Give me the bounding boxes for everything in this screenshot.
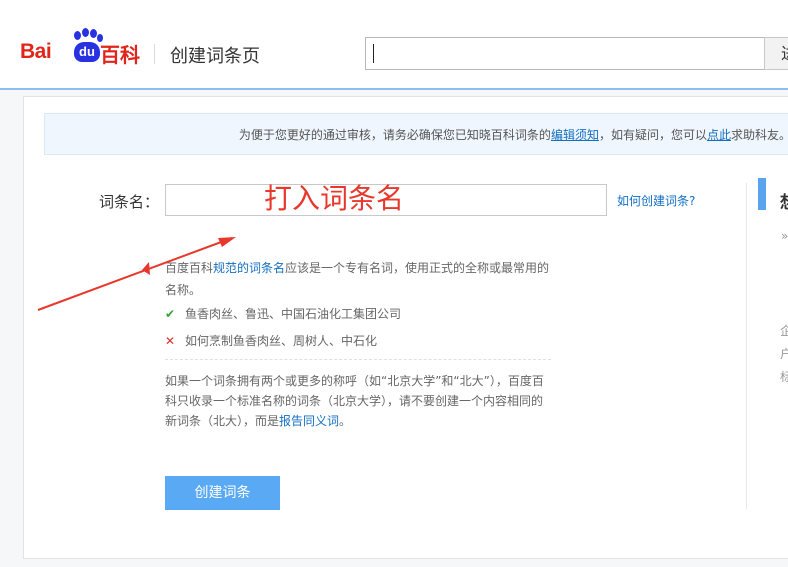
tip-line-1: 百度百科规范的词条名应该是一个专有名词，使用正式的全称或最常用的 xyxy=(165,257,555,279)
logo-text-baike: 百科 xyxy=(100,43,140,67)
side-panel-title: 想 xyxy=(780,188,788,213)
synonym-tip-line-3: 新词条（北大），而是报告同义词。 xyxy=(165,411,555,431)
side-panel-text-1: 企 xyxy=(780,324,788,338)
naming-tips: 百度百科规范的词条名应该是一个专有名词，使用正式的全称或最常用的 名称。 ✔ 鱼香… xyxy=(165,257,555,428)
enter-entry-button[interactable]: 进入词条 xyxy=(764,37,788,70)
side-divider xyxy=(746,183,747,509)
synonym-tip-line-2: 科只收录一个标准名称的词条（北京大学），请不要创建一个内容相同的 xyxy=(165,394,544,408)
entry-name-label: 词条名： xyxy=(99,193,160,211)
good-example-text: 鱼香肉丝、鲁迅、中国石油化工集团公司 xyxy=(185,307,402,321)
edit-guide-link[interactable]: 编辑须知 xyxy=(551,128,599,142)
bad-example-text: 如何烹制鱼香肉丝、周树人、中石化 xyxy=(185,334,378,348)
synonym-tip-line-3-post: 。 xyxy=(339,414,352,428)
baidu-paw-icon: du xyxy=(70,28,104,64)
how-to-create-link[interactable]: 如何创建词条? xyxy=(617,192,695,209)
notice-text-after: 求助科友。 xyxy=(730,128,788,142)
synonym-tip: 如果一个词条拥有两个或更多的称呼（如“北京大学”和“北大”），百度百 科只收录一… xyxy=(165,371,555,431)
report-synonym-link[interactable]: 报告同义词 xyxy=(279,414,339,428)
notice-text-before: 为便于您更好的通过审核，请务必确保您已知晓百科词条的 xyxy=(238,128,551,142)
tip-line-1-post: 应该是一个专有名词，使用正式的全称或最常用的 xyxy=(285,261,550,275)
side-panel-text-3: 标 xyxy=(780,370,788,384)
header-divider xyxy=(154,44,155,64)
notice-text-middle: ，如有疑问，您可以 xyxy=(598,128,707,142)
logo-text-bai: Bai xyxy=(20,40,52,63)
notice-text: 为便于您更好的通过审核，请务必确保您已知晓百科词条的编辑须知，如有疑问，您可以点… xyxy=(239,126,788,143)
synonym-tip-line-1: 如果一个词条拥有两个或更多的称呼（如“北京大学”和“北大”），百度百 xyxy=(165,374,544,388)
logo-text-du: du xyxy=(74,42,100,62)
good-example: ✔ 鱼香肉丝、鲁迅、中国石油化工集团公司 xyxy=(165,303,401,323)
search-caret xyxy=(373,44,374,63)
page-title: 创建词条页 xyxy=(170,46,260,67)
side-panel-bullet: » xyxy=(781,229,788,243)
create-entry-panel: 为便于您更好的通过审核，请务必确保您已知晓百科词条的编辑须知，如有疑问，您可以点… xyxy=(23,96,788,559)
standard-entry-name-link[interactable]: 规范的词条名 xyxy=(213,261,285,275)
tips-divider xyxy=(165,359,551,360)
tip-line-1-pre: 百度百科 xyxy=(165,261,214,275)
annotation-label: 打入词条名 xyxy=(264,182,405,215)
side-panel-text-2: 户 xyxy=(780,347,788,361)
tip-line-2: 名称。 xyxy=(165,283,202,297)
check-icon: ✔ xyxy=(165,307,176,321)
create-entry-button[interactable]: 创建词条 xyxy=(165,476,280,510)
click-here-link[interactable]: 点此 xyxy=(707,128,731,142)
side-panel-button[interactable] xyxy=(758,178,766,210)
search-input[interactable] xyxy=(365,37,765,70)
page-header: Bai du 百科 创建词条页 进入词条 xyxy=(0,0,788,90)
cross-icon: ✕ xyxy=(165,334,176,348)
synonym-tip-line-3-pre: 新词条（北大），而是 xyxy=(165,414,280,428)
bad-example: ✕ 如何烹制鱼香肉丝、周树人、中石化 xyxy=(165,330,377,350)
notice-bar: 为便于您更好的通过审核，请务必确保您已知晓百科词条的编辑须知，如有疑问，您可以点… xyxy=(44,113,788,155)
